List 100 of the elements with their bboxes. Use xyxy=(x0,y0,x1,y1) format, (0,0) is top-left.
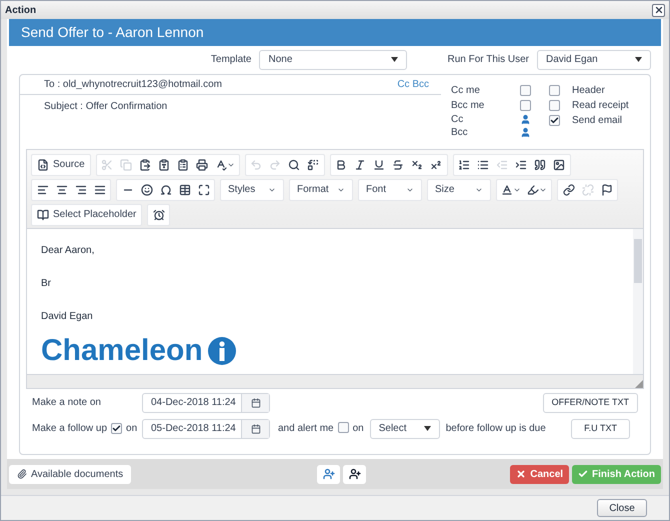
search-icon xyxy=(288,158,300,171)
flag-icon xyxy=(600,184,612,196)
check-icon xyxy=(112,424,122,434)
source-icon xyxy=(37,158,49,171)
superscript-icon xyxy=(430,158,442,171)
checkbox[interactable] xyxy=(520,84,531,96)
documents-button[interactable]: Available documents xyxy=(9,464,132,484)
add-person-button[interactable] xyxy=(343,464,366,484)
offer-note-text-button[interactable]: OFFER/NOTE TXT xyxy=(542,392,638,413)
caret-icon xyxy=(424,426,431,432)
printer-icon xyxy=(196,158,208,171)
toolbar-dropdown[interactable]: Styles xyxy=(222,180,282,200)
cancel-button[interactable]: Cancel xyxy=(510,464,570,484)
redo-icon xyxy=(269,158,282,171)
alert-select[interactable]: Select xyxy=(370,418,440,439)
checkbox[interactable] xyxy=(520,100,531,111)
field-label: Template xyxy=(210,53,252,68)
undo-icon xyxy=(250,158,262,171)
cross-icon xyxy=(516,469,526,480)
field-label: Run For This User xyxy=(447,53,529,68)
add-person-icon xyxy=(348,468,361,480)
on-label: on xyxy=(352,422,364,436)
option-label: Bcc me xyxy=(451,98,484,113)
toolbar-button[interactable]: Select Placeholder xyxy=(33,204,140,225)
toolbar-dropdown[interactable]: Font xyxy=(360,180,420,200)
link-icon xyxy=(562,184,574,196)
person-icon[interactable] xyxy=(520,126,531,138)
image-icon xyxy=(553,158,566,171)
table-icon xyxy=(178,184,190,196)
check-icon xyxy=(578,469,588,480)
note-label: Make a note on xyxy=(32,396,102,410)
omega-icon xyxy=(160,184,172,196)
to-field[interactable]: To : old_whynotrecruit123@hotmail.com xyxy=(44,76,222,92)
alert-label: and alert me xyxy=(278,422,334,436)
dialog-title: Send Offer to - Aaron Lennon xyxy=(21,22,204,42)
scrollbar[interactable] xyxy=(633,228,643,374)
date-field[interactable]: 05-Dec-2018 11:24 xyxy=(142,418,270,439)
message-line: Dear Aaron, xyxy=(41,244,96,258)
paste-word-icon xyxy=(177,158,190,171)
italic-icon xyxy=(354,158,366,171)
date-field[interactable]: 04-Dec-2018 11:24 xyxy=(142,392,270,413)
caret-icon xyxy=(635,57,642,62)
alarm-clock-icon xyxy=(152,208,165,221)
template-select[interactable]: None xyxy=(259,50,408,70)
scissors-icon xyxy=(101,158,114,171)
resize-grip-icon[interactable] xyxy=(635,380,643,388)
close-dialog-button[interactable]: Close xyxy=(597,499,647,517)
follow-up-text-button[interactable]: F.U TXT xyxy=(571,418,630,439)
option-label: Bcc xyxy=(451,126,468,140)
cc-bcc-link[interactable]: Cc Bcc xyxy=(397,76,429,92)
due-label: before follow up is due xyxy=(446,422,546,436)
user-select[interactable]: David Egan xyxy=(537,50,651,70)
message-editor[interactable]: Dear Aaron, Br David Egan Chameleon xyxy=(27,228,633,374)
info-icon xyxy=(206,336,237,366)
paperclip-icon xyxy=(17,469,27,480)
checkbox[interactable] xyxy=(549,84,560,96)
toolbar-button[interactable]: Source xyxy=(33,154,89,175)
close-icon xyxy=(654,5,664,15)
toolbar-dropdown[interactable]: Format xyxy=(291,180,351,200)
copy-icon xyxy=(120,158,132,171)
bold-icon xyxy=(335,158,348,171)
quote-icon xyxy=(534,158,546,171)
paste-icon xyxy=(139,158,152,171)
option-label: Header xyxy=(572,84,605,98)
checkbox[interactable] xyxy=(549,114,560,126)
calendar-icon xyxy=(250,424,260,434)
book-icon xyxy=(37,208,49,221)
close-button[interactable] xyxy=(652,4,665,16)
unlink-icon xyxy=(582,184,594,196)
calendar-icon xyxy=(250,398,260,408)
justify-icon xyxy=(94,184,106,196)
checkbox[interactable] xyxy=(549,100,560,111)
person-icon[interactable] xyxy=(520,114,531,125)
toolbar-dropdown[interactable]: Size xyxy=(429,180,489,200)
underline-icon xyxy=(373,158,386,171)
logo-text: Chameleon xyxy=(41,336,203,366)
option-label: Send email xyxy=(572,114,622,128)
option-label: Cc xyxy=(451,112,464,127)
indent-icon xyxy=(515,158,528,171)
message-line: David Egan xyxy=(41,310,94,324)
option-label: Read receipt xyxy=(572,98,629,113)
follow-up-label: Make a follow up xyxy=(32,422,108,436)
subscript-icon xyxy=(411,158,424,171)
align-center-icon xyxy=(56,184,68,196)
option-label: Cc me xyxy=(451,84,480,98)
align-right-icon xyxy=(74,184,86,196)
caret-icon xyxy=(391,57,398,62)
bulleted-list-icon xyxy=(477,158,490,171)
on-label: on xyxy=(126,422,138,436)
background-color-icon xyxy=(527,184,539,196)
subject-field[interactable]: Subject : Offer Confirmation xyxy=(20,94,441,114)
message-line: Br xyxy=(41,276,52,291)
paste-text-icon xyxy=(158,158,170,171)
checkbox[interactable] xyxy=(111,423,122,434)
outdent-icon xyxy=(496,158,508,171)
check-icon xyxy=(550,116,559,125)
spellcheck-icon xyxy=(214,158,227,171)
checkbox[interactable] xyxy=(338,422,349,433)
maximize-icon xyxy=(198,184,210,196)
add-person-icon xyxy=(322,468,335,480)
